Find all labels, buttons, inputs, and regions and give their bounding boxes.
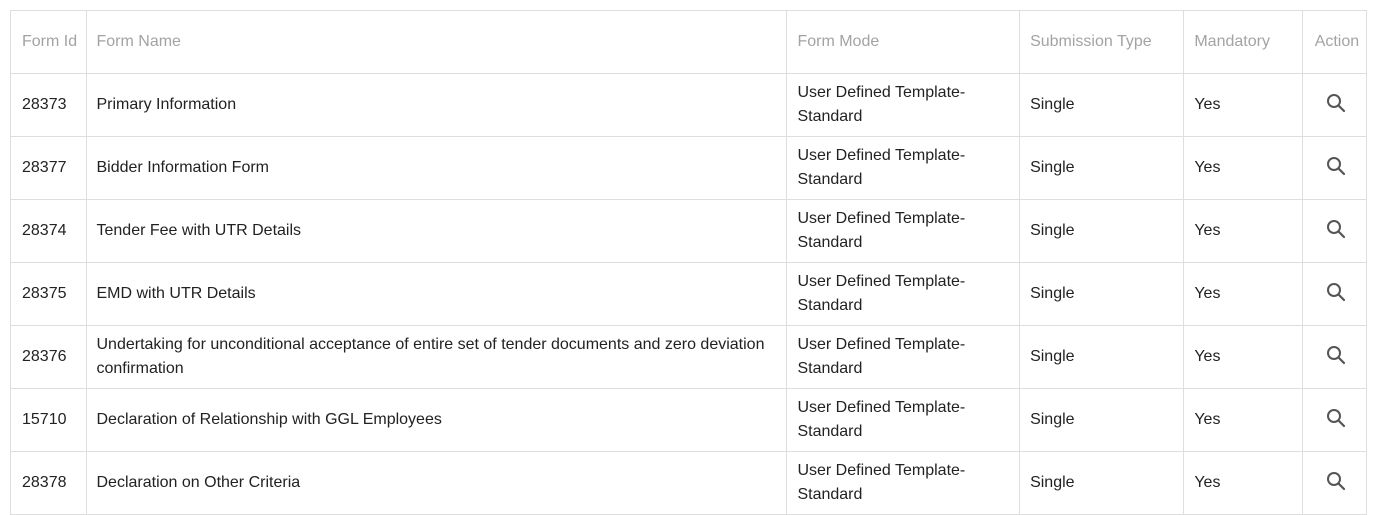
- form-name-cell: Primary Information: [85, 73, 788, 137]
- form-mode-cell: User Defined Template-Standard: [786, 451, 1021, 515]
- table-row: 28374 Tender Fee with UTR Details User D…: [10, 199, 1368, 263]
- view-form-button[interactable]: [1322, 215, 1350, 243]
- table-row: 28373 Primary Information User Defined T…: [10, 73, 1368, 137]
- mandatory-cell: Yes: [1183, 325, 1303, 389]
- table-row: 15710 Declaration of Relationship with G…: [10, 388, 1368, 452]
- table-row: 28378 Declaration on Other Criteria User…: [10, 451, 1368, 515]
- header-row: Form Id Form Name Form Mode Submission T…: [10, 10, 1368, 74]
- action-cell: [1301, 325, 1368, 389]
- table-body: 28373 Primary Information User Defined T…: [10, 73, 1368, 515]
- form-id-cell: 28374: [10, 199, 87, 263]
- forms-table: Form Id Form Name Form Mode Submission T…: [10, 10, 1368, 515]
- forms-table-container: Form Id Form Name Form Mode Submission T…: [10, 10, 1368, 515]
- column-header-mandatory: Mandatory: [1183, 10, 1303, 74]
- form-id-cell: 28376: [10, 325, 87, 389]
- search-icon: [1327, 409, 1346, 428]
- search-icon: [1327, 220, 1346, 239]
- form-mode-cell: User Defined Template-Standard: [786, 199, 1021, 263]
- form-id-cell: 28378: [10, 451, 87, 515]
- form-name-cell: EMD with UTR Details: [85, 262, 788, 326]
- search-icon: [1327, 157, 1346, 176]
- view-form-button[interactable]: [1322, 278, 1350, 306]
- submission-type-cell: Single: [1019, 73, 1185, 137]
- column-header-action: Action: [1301, 10, 1368, 74]
- submission-type-cell: Single: [1019, 451, 1185, 515]
- table-row: 28375 EMD with UTR Details User Defined …: [10, 262, 1368, 326]
- column-header-form-mode: Form Mode: [786, 10, 1021, 74]
- table-row: 28377 Bidder Information Form User Defin…: [10, 136, 1368, 200]
- column-header-form-id: Form Id: [10, 10, 87, 74]
- form-id-cell: 28377: [10, 136, 87, 200]
- form-name-cell: Bidder Information Form: [85, 136, 788, 200]
- submission-type-cell: Single: [1019, 136, 1185, 200]
- search-icon: [1327, 472, 1346, 491]
- submission-type-cell: Single: [1019, 388, 1185, 452]
- view-form-button[interactable]: [1322, 89, 1350, 117]
- mandatory-cell: Yes: [1183, 199, 1303, 263]
- column-header-form-name: Form Name: [85, 10, 788, 74]
- form-name-cell: Undertaking for unconditional acceptance…: [85, 325, 788, 389]
- search-icon: [1327, 346, 1346, 365]
- form-mode-cell: User Defined Template-Standard: [786, 136, 1021, 200]
- view-form-button[interactable]: [1322, 341, 1350, 369]
- form-mode-cell: User Defined Template-Standard: [786, 262, 1021, 326]
- column-header-submission-type: Submission Type: [1019, 10, 1185, 74]
- form-id-cell: 15710: [10, 388, 87, 452]
- action-cell: [1301, 388, 1368, 452]
- view-form-button[interactable]: [1322, 404, 1350, 432]
- form-name-cell: Tender Fee with UTR Details: [85, 199, 788, 263]
- form-id-cell: 28375: [10, 262, 87, 326]
- search-icon: [1327, 94, 1346, 113]
- mandatory-cell: Yes: [1183, 73, 1303, 137]
- view-form-button[interactable]: [1322, 152, 1350, 180]
- form-mode-cell: User Defined Template-Standard: [786, 325, 1021, 389]
- action-cell: [1301, 451, 1368, 515]
- table-header: Form Id Form Name Form Mode Submission T…: [10, 10, 1368, 74]
- form-name-cell: Declaration of Relationship with GGL Emp…: [85, 388, 788, 452]
- action-cell: [1301, 199, 1368, 263]
- submission-type-cell: Single: [1019, 325, 1185, 389]
- form-name-cell: Declaration on Other Criteria: [85, 451, 788, 515]
- mandatory-cell: Yes: [1183, 136, 1303, 200]
- action-cell: [1301, 262, 1368, 326]
- submission-type-cell: Single: [1019, 262, 1185, 326]
- mandatory-cell: Yes: [1183, 451, 1303, 515]
- form-mode-cell: User Defined Template-Standard: [786, 388, 1021, 452]
- action-cell: [1301, 136, 1368, 200]
- table-row: 28376 Undertaking for unconditional acce…: [10, 325, 1368, 389]
- view-form-button[interactable]: [1322, 467, 1350, 495]
- submission-type-cell: Single: [1019, 199, 1185, 263]
- mandatory-cell: Yes: [1183, 262, 1303, 326]
- form-id-cell: 28373: [10, 73, 87, 137]
- action-cell: [1301, 73, 1368, 137]
- form-mode-cell: User Defined Template-Standard: [786, 73, 1021, 137]
- search-icon: [1327, 283, 1346, 302]
- mandatory-cell: Yes: [1183, 388, 1303, 452]
